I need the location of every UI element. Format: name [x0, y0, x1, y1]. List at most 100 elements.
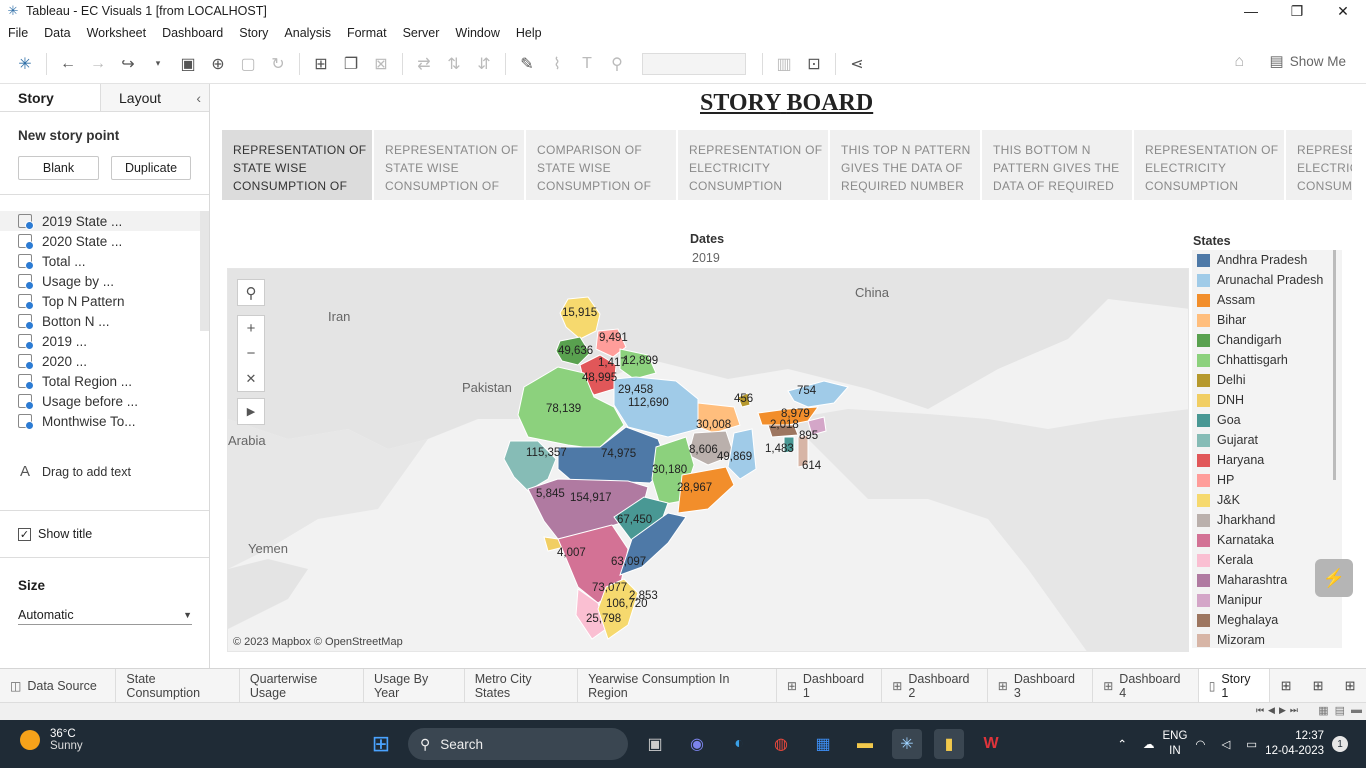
edge-icon[interactable]: ◐ — [724, 729, 754, 759]
menu-analysis[interactable]: Analysis — [276, 26, 339, 40]
refresh-icon[interactable]: ↻ — [267, 52, 289, 76]
windows-start-icon[interactable]: ⊞ — [366, 729, 396, 759]
next-sheet-icon[interactable]: ▶ — [1279, 705, 1286, 716]
replay-dropdown-icon[interactable]: ▾ — [147, 52, 169, 76]
tab-dashboard-1[interactable]: ⊞ Dashboard 1 — [777, 669, 883, 702]
dates-filter-value[interactable]: 2019 — [692, 251, 720, 265]
size-select[interactable]: Automatic ▼ — [18, 605, 192, 625]
chevron-up-icon[interactable]: ⌃ — [1117, 737, 1127, 751]
sheet-list-item[interactable]: 2019 ... — [0, 331, 209, 351]
sheet-list-item[interactable]: Botton N ... — [0, 311, 209, 331]
menu-server[interactable]: Server — [395, 26, 448, 40]
teams-icon[interactable]: ◉ — [682, 729, 712, 759]
group-icon[interactable]: ⌇ — [546, 52, 568, 76]
tab-quarterwise-usage[interactable]: Quarterwise Usage — [240, 669, 365, 702]
swap-icon[interactable]: ⇄ — [413, 52, 435, 76]
story-point-7[interactable]: REPRESENTATION OF ELECTRICITY CONSUMPTIO… — [1134, 130, 1284, 200]
tableau-taskbar-icon[interactable]: ✳ — [892, 729, 922, 759]
language-indicator[interactable]: ENG IN — [1162, 729, 1187, 759]
menu-file[interactable]: File — [0, 26, 36, 40]
onedrive-icon[interactable]: ☁ — [1143, 737, 1155, 751]
legend-item[interactable]: Bihar — [1192, 310, 1342, 330]
chrome-icon[interactable]: ◍ — [766, 729, 796, 759]
tab-state-consumption[interactable]: State Consumption — [116, 669, 240, 702]
map-search-control[interactable]: ⚲ — [237, 279, 265, 306]
new-story-tab-icon[interactable]: ⊞ — [1334, 678, 1366, 694]
reset-map-icon[interactable]: ✕ — [238, 366, 264, 391]
sheet-list-item[interactable]: 2020 State ... — [0, 231, 209, 251]
new-worksheet-icon[interactable]: ⊞ — [310, 52, 332, 76]
legend-item[interactable]: Goa — [1192, 410, 1342, 430]
legend-item[interactable]: Mizoram — [1192, 630, 1342, 648]
legend-item[interactable]: DNH — [1192, 390, 1342, 410]
map-pan-control[interactable]: ▶ — [237, 398, 265, 425]
story-point-1[interactable]: REPRESENTATION OF STATE WISE CONSUMPTION… — [222, 130, 372, 200]
menu-data[interactable]: Data — [36, 26, 78, 40]
sheet-list-item[interactable]: Top N Pattern — [0, 291, 209, 311]
legend-scrollbar[interactable] — [1333, 250, 1336, 480]
drag-text-object[interactable]: A Drag to add text — [20, 463, 209, 480]
new-data-source-icon[interactable]: ⊕ — [207, 52, 229, 76]
sheet-list-item[interactable]: Total Region ... — [0, 371, 209, 391]
show-cards-icon[interactable]: ▥ — [773, 52, 795, 76]
sheet-list-item[interactable]: Usage by ... — [0, 271, 209, 291]
tab-dashboard-2[interactable]: ⊞ Dashboard 2 — [882, 669, 988, 702]
legend-item[interactable]: Delhi — [1192, 370, 1342, 390]
label-icon[interactable]: T — [576, 52, 598, 76]
volume-icon[interactable]: ◁ — [1221, 737, 1230, 751]
menu-format[interactable]: Format — [339, 26, 395, 40]
close-button[interactable]: ✕ — [1320, 0, 1366, 22]
wps-icon[interactable]: W — [976, 729, 1006, 759]
redo-icon[interactable]: → — [87, 52, 109, 76]
tab-usage-by-year[interactable]: Usage By Year — [364, 669, 465, 702]
task-view-icon[interactable]: ▣ — [640, 729, 670, 759]
file-explorer-icon[interactable]: ▬ — [850, 729, 880, 759]
presentation-mode-icon[interactable]: ⊡ — [803, 52, 825, 76]
clock[interactable]: 12:37 12-04-2023 — [1265, 729, 1324, 759]
story-point-6[interactable]: THIS BOTTOM N PATTERN GIVES THE DATA OF … — [982, 130, 1132, 200]
tab-dashboard-4[interactable]: ⊞ Dashboard 4 — [1093, 669, 1199, 702]
duplicate-sheet-icon[interactable]: ❐ — [340, 52, 362, 76]
last-sheet-icon[interactable]: ⏭ — [1290, 705, 1298, 716]
duplicate-button[interactable]: Duplicate — [111, 156, 191, 180]
sheet-list-item[interactable]: 2020 ... — [0, 351, 209, 371]
notification-badge[interactable]: 1 — [1332, 736, 1348, 752]
powerbi-icon[interactable]: ▮ — [934, 729, 964, 759]
sort-ascending-icon[interactable]: ⇅ — [443, 52, 465, 76]
map-attribution[interactable]: © 2023 Mapbox © OpenStreetMap — [233, 636, 403, 648]
sheet-sorter-icon[interactable]: ▦ — [1318, 704, 1328, 717]
tabs-view-icon[interactable]: ▬ — [1351, 704, 1362, 717]
filmstrip-icon[interactable]: ▤ — [1335, 704, 1345, 717]
new-worksheet-tab-icon[interactable]: ⊞ — [1270, 678, 1302, 694]
legend-item[interactable]: Arunachal Pradesh — [1192, 270, 1342, 290]
wifi-icon[interactable]: ◠ — [1195, 737, 1205, 751]
tab-dashboard-3[interactable]: ⊞ Dashboard 3 — [988, 669, 1094, 702]
new-dashboard-tab-icon[interactable]: ⊞ — [1302, 678, 1334, 694]
undo-icon[interactable]: ← — [57, 52, 79, 76]
sheet-list-item[interactable]: Usage before ... — [0, 391, 209, 411]
menu-window[interactable]: Window — [447, 26, 507, 40]
story-point-3[interactable]: COMPARISON OF STATE WISE CONSUMPTION OF — [526, 130, 676, 200]
zoom-out-icon[interactable]: − — [238, 341, 264, 366]
tab-layout[interactable]: Layout ‹ — [101, 84, 209, 111]
tab-data-source[interactable]: ◫ Data Source — [0, 669, 117, 702]
taskbar-search[interactable]: ⚲ Search — [408, 728, 628, 760]
search-icon[interactable]: ⚲ — [238, 280, 264, 305]
legend-item[interactable]: Meghalaya — [1192, 610, 1342, 630]
sheet-list-scrollbar[interactable] — [200, 211, 209, 331]
sheet-list-item[interactable]: Monthwise To... — [0, 411, 209, 431]
sheet-list-item[interactable]: 2019 State ... — [0, 211, 209, 231]
highlight-icon[interactable]: ✎ — [516, 52, 538, 76]
play-arrow-icon[interactable]: ▶ — [238, 399, 264, 424]
legend-item[interactable]: Haryana — [1192, 450, 1342, 470]
tab-story[interactable]: Story — [0, 84, 101, 111]
clear-sheet-icon[interactable]: ⊠ — [370, 52, 392, 76]
share-icon[interactable]: ⋖ — [846, 52, 868, 76]
prev-sheet-icon[interactable]: ◀ — [1268, 705, 1275, 716]
tab-story-1[interactable]: ▯ Story 1 — [1198, 669, 1271, 702]
legend-item[interactable]: HP — [1192, 470, 1342, 490]
story-point-2[interactable]: REPRESENTATION OF STATE WISE CONSUMPTION… — [374, 130, 524, 200]
legend-item[interactable]: Jharkhand — [1192, 510, 1342, 530]
legend-item[interactable]: Gujarat — [1192, 430, 1342, 450]
minimize-button[interactable]: — — [1228, 0, 1274, 22]
